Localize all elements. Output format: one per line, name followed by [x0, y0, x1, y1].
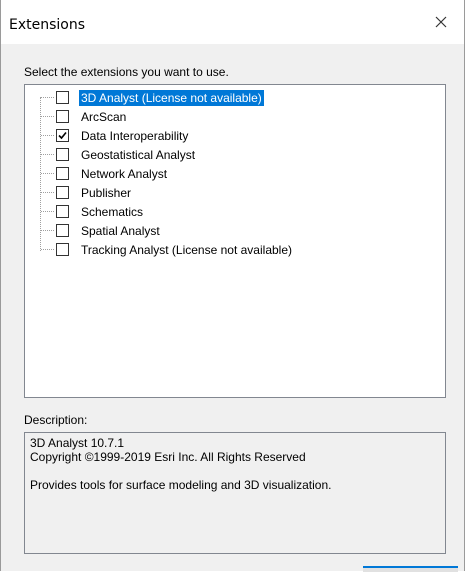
description-version: 3D Analyst 10.7.1: [30, 436, 125, 450]
tree-branch: [41, 116, 54, 117]
extensions-dialog: Extensions Select the extensions you wan…: [0, 0, 465, 572]
description-copyright: Copyright ©1999-2019 Esri Inc. All Right…: [30, 450, 306, 464]
extension-item-3d-analyst[interactable]: 3D Analyst (License not available): [41, 88, 441, 107]
extension-checkbox[interactable]: [56, 186, 69, 199]
extension-label: 3D Analyst (License not available): [79, 89, 264, 106]
extension-item-tracking-analyst[interactable]: Tracking Analyst (License not available): [41, 240, 441, 259]
description-box: 3D Analyst 10.7.1 Copyright ©1999-2019 E…: [24, 432, 446, 554]
extension-checkbox[interactable]: [56, 129, 69, 142]
extension-label: Network Analyst: [81, 166, 168, 181]
tree-branch: [41, 173, 54, 174]
extension-label: Spatial Analyst: [81, 223, 160, 238]
tree-branch: [41, 230, 54, 231]
tree-branch: [41, 97, 54, 98]
tree-branch: [41, 192, 54, 193]
extension-item-publisher[interactable]: Publisher: [41, 183, 441, 202]
tree-branch: [41, 154, 54, 155]
extension-checkbox[interactable]: [56, 148, 69, 161]
window-title: Extensions: [9, 17, 86, 33]
extension-checkbox[interactable]: [56, 91, 69, 104]
extension-checkbox[interactable]: [56, 167, 69, 180]
extension-checkbox[interactable]: [56, 110, 69, 123]
extension-label: Schematics: [81, 204, 144, 219]
extension-label: Data Interoperability: [81, 128, 189, 143]
tree-branch: [41, 211, 54, 212]
tree-branch: [41, 135, 54, 136]
extension-label: Geostatistical Analyst: [81, 147, 196, 162]
extension-item-network-analyst[interactable]: Network Analyst: [41, 164, 441, 183]
checkmark-icon: [58, 131, 67, 140]
extensions-list[interactable]: 3D Analyst (License not available) ArcSc…: [24, 84, 446, 398]
extension-label: Publisher: [81, 185, 132, 200]
extension-label: Tracking Analyst (License not available): [81, 242, 292, 257]
description-label: Description:: [24, 413, 88, 427]
extension-item-geostatistical-analyst[interactable]: Geostatistical Analyst: [41, 145, 441, 164]
extension-item-arcscan[interactable]: ArcScan: [41, 107, 441, 126]
close-button[interactable]: [418, 0, 464, 44]
extension-item-spatial-analyst[interactable]: Spatial Analyst: [41, 221, 441, 240]
title-bar: Extensions: [1, 0, 464, 44]
extension-checkbox[interactable]: [56, 205, 69, 218]
tree-branch: [41, 249, 54, 250]
extension-checkbox[interactable]: [56, 224, 69, 237]
description-summary: Provides tools for surface modeling and …: [30, 478, 332, 492]
default-button-edge[interactable]: [363, 566, 458, 572]
extension-checkbox[interactable]: [56, 243, 69, 256]
extension-item-data-interoperability[interactable]: Data Interoperability: [41, 126, 441, 145]
extension-label: ArcScan: [81, 109, 127, 124]
close-icon: [435, 16, 447, 28]
extension-item-schematics[interactable]: Schematics: [41, 202, 441, 221]
instruction-text: Select the extensions you want to use.: [24, 65, 229, 79]
